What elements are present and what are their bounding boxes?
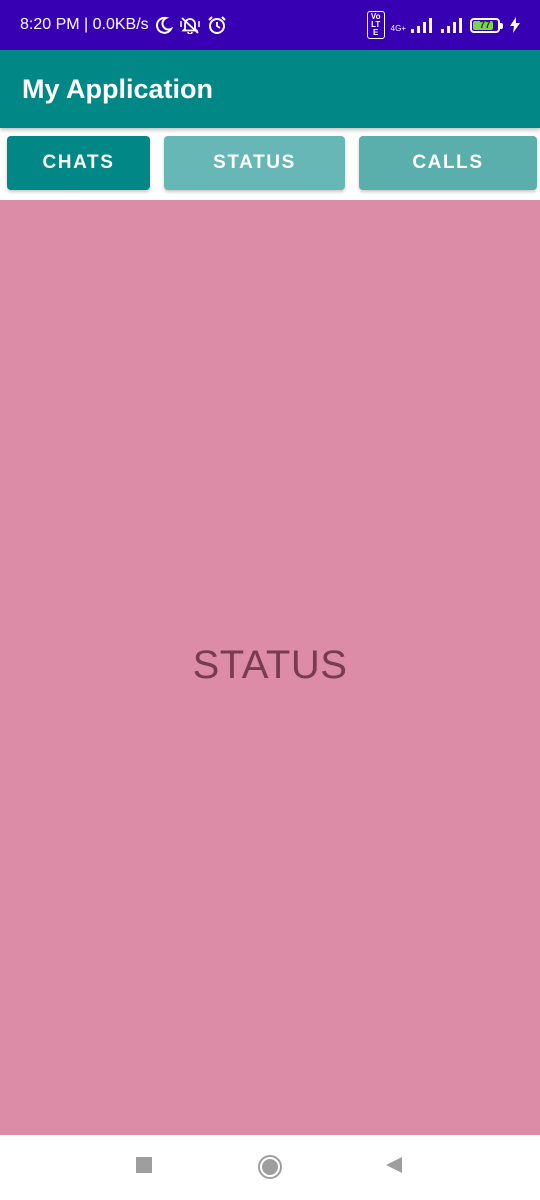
recents-square-icon[interactable]: [134, 1155, 154, 1175]
status-bar-left: 8:20 PM | 0.0KB/s: [20, 15, 227, 35]
battery-level: 77: [479, 19, 491, 31]
signal-icon: [440, 17, 464, 33]
app-title: My Application: [22, 73, 214, 104]
charging-icon: [510, 17, 520, 33]
back-triangle-icon[interactable]: [384, 1155, 404, 1175]
vibrate-mute-icon: [179, 16, 201, 34]
signal-icon: [410, 17, 434, 33]
alarm-icon: [207, 15, 227, 35]
battery-icon: 77: [470, 17, 503, 33]
volte-icon: Vo LTE: [366, 11, 385, 39]
status-bar: 8:20 PM | 0.0KB/s Vo LTE 4G+ 77: [0, 0, 540, 50]
home-circle-icon[interactable]: [257, 1154, 283, 1180]
status-time-speed: 8:20 PM | 0.0KB/s: [20, 16, 149, 33]
network-type-label: 4G+: [390, 24, 406, 33]
content-label: STATUS: [192, 643, 348, 687]
tab-bar: CHATS STATUS CALLS: [0, 128, 540, 200]
app-bar: My Application: [0, 50, 540, 128]
tab-chats[interactable]: CHATS: [7, 136, 150, 190]
status-bar-right: Vo LTE 4G+ 77: [366, 11, 520, 39]
content-area: STATUS: [0, 200, 540, 1135]
moon-icon: [155, 16, 173, 34]
tab-calls[interactable]: CALLS: [359, 136, 537, 190]
tab-status[interactable]: STATUS: [164, 136, 345, 190]
navigation-bar: [0, 1135, 540, 1200]
